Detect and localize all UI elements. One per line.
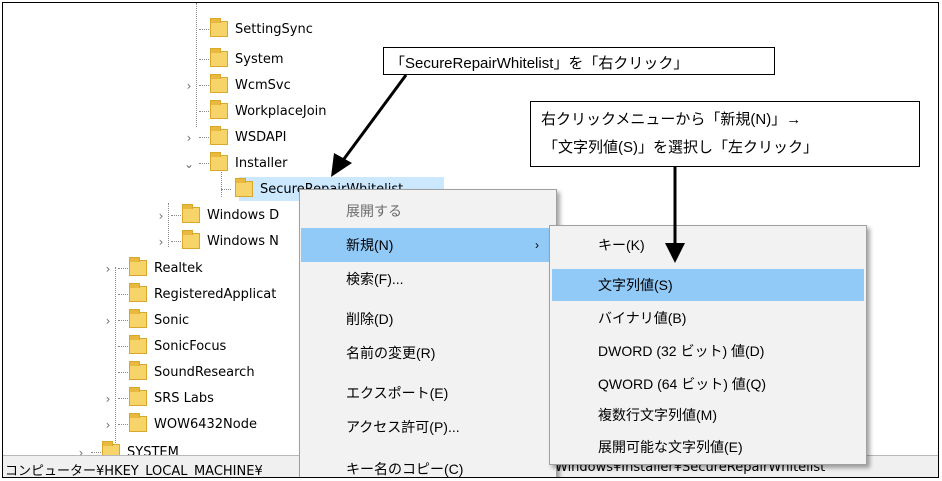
annotation-arrow-line — [339, 74, 408, 164]
annotation-arrows — [331, 74, 685, 263]
annotation-arrow-head — [331, 153, 352, 177]
annotation-arrow-head — [665, 243, 685, 263]
registry-editor-window: SettingSync System › WcmSvc WorkplaceJoi… — [2, 2, 939, 478]
